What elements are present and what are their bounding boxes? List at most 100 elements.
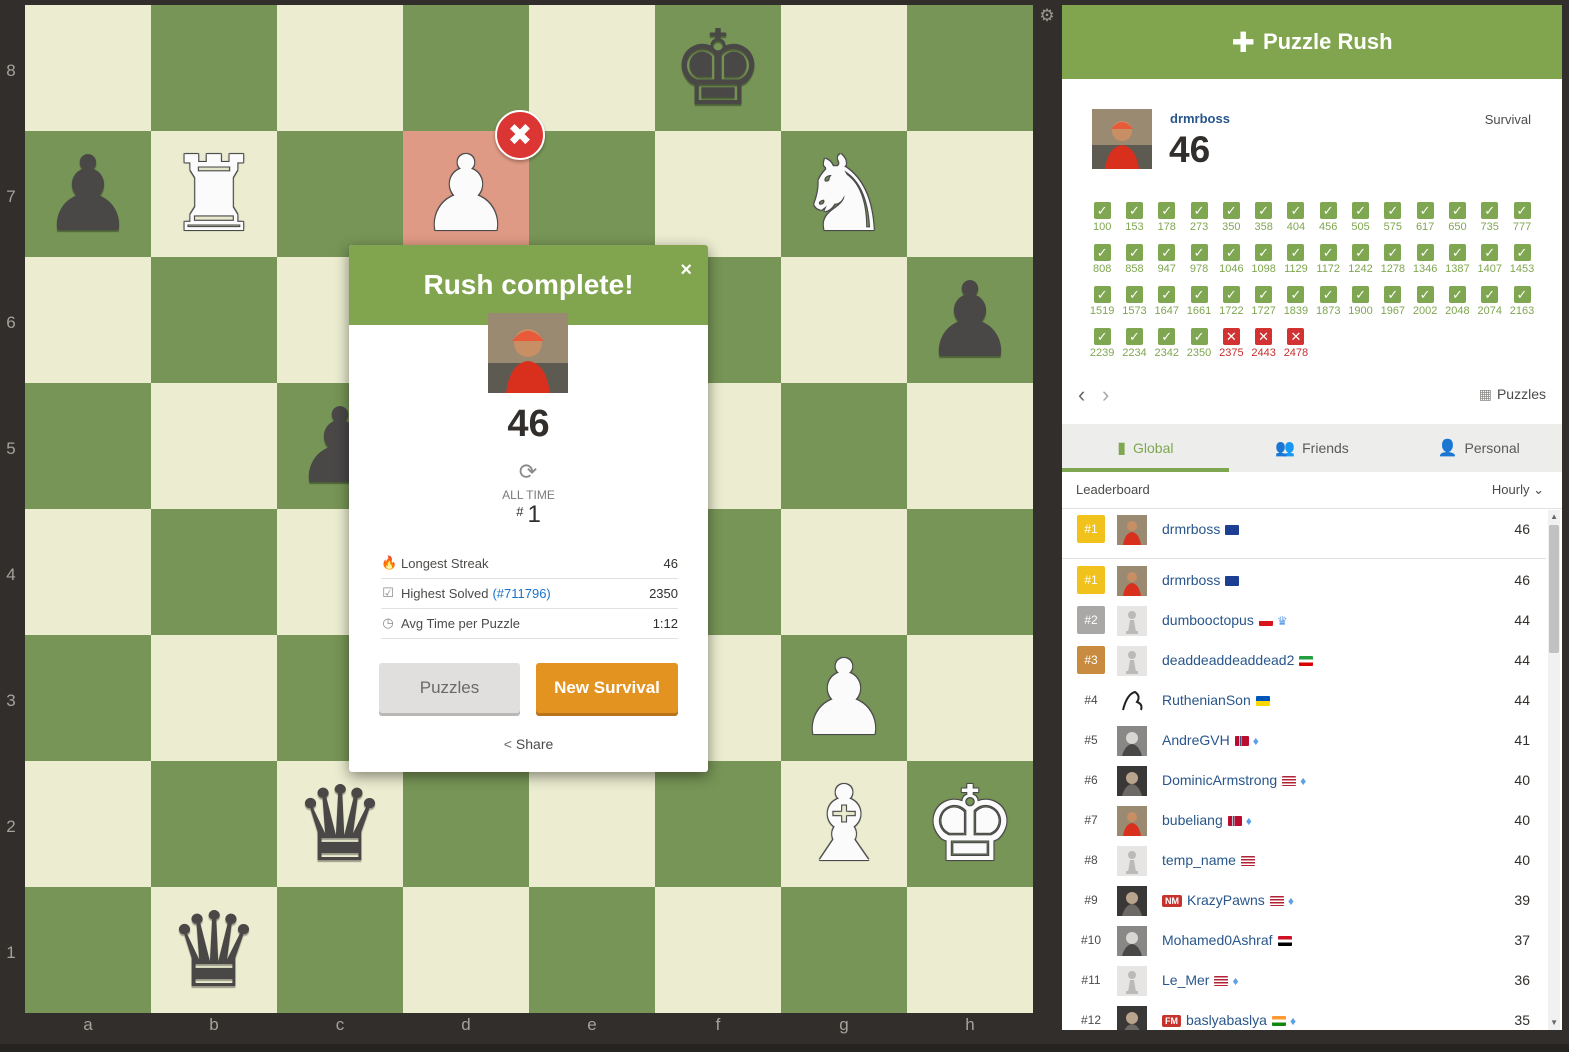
user-avatar[interactable] bbox=[1117, 515, 1147, 545]
tab-friends[interactable]: 👥 Friends bbox=[1229, 424, 1396, 472]
square-h1[interactable] bbox=[907, 887, 1033, 1013]
white-knight-icon[interactable]: ♞ bbox=[781, 131, 907, 257]
square-e8[interactable] bbox=[529, 5, 655, 131]
my-leaderboard-row[interactable]: #1 drmrboss 46 bbox=[1062, 509, 1546, 559]
square-g1[interactable] bbox=[781, 887, 907, 1013]
attempt-item[interactable]: ✓ 153 bbox=[1118, 202, 1150, 244]
username-link[interactable]: temp_name bbox=[1162, 852, 1255, 868]
attempt-item[interactable]: ✓ 808 bbox=[1086, 244, 1118, 286]
attempt-item[interactable]: ✓ 2239 bbox=[1086, 328, 1118, 370]
period-dropdown[interactable]: Hourly ⌄ bbox=[1492, 482, 1544, 498]
square-e1[interactable] bbox=[529, 887, 655, 1013]
attempt-item[interactable]: ✓ 978 bbox=[1183, 244, 1215, 286]
username[interactable]: temp_name bbox=[1162, 852, 1236, 868]
white-bishop-icon[interactable]: ♝ bbox=[781, 761, 907, 887]
square-g7[interactable]: ♞ bbox=[781, 131, 907, 257]
square-f2[interactable] bbox=[655, 761, 781, 887]
square-a4[interactable] bbox=[25, 509, 151, 635]
attempt-item[interactable]: ✓ 1519 bbox=[1086, 286, 1118, 328]
attempt-item[interactable]: ✓ 1873 bbox=[1312, 286, 1344, 328]
username[interactable]: drmrboss bbox=[1162, 521, 1220, 537]
puzzle-link[interactable]: (#711796) bbox=[492, 586, 550, 601]
attempt-item[interactable]: ✓ 735 bbox=[1474, 202, 1506, 244]
square-b5[interactable] bbox=[151, 383, 277, 509]
leaderboard-row[interactable]: #4 RuthenianSon 44 bbox=[1062, 680, 1546, 720]
square-a3[interactable] bbox=[25, 635, 151, 761]
user-avatar[interactable] bbox=[1117, 566, 1147, 596]
user-avatar[interactable] bbox=[1117, 726, 1147, 756]
attempt-item[interactable]: ✓ 1722 bbox=[1215, 286, 1247, 328]
leaderboard-row[interactable]: #3 deaddeaddeaddead2 44 bbox=[1062, 640, 1546, 680]
black-pawn-icon[interactable]: ♟ bbox=[907, 257, 1033, 383]
attempt-item[interactable]: ✓ 1046 bbox=[1215, 244, 1247, 286]
username[interactable]: Le_Mer bbox=[1162, 972, 1209, 988]
username-link[interactable]: Mohamed0Ashraf bbox=[1162, 932, 1292, 948]
attempt-item[interactable]: ✓ 505 bbox=[1344, 202, 1376, 244]
attempt-item[interactable]: ✓ 178 bbox=[1151, 202, 1183, 244]
square-b2[interactable] bbox=[151, 761, 277, 887]
user-avatar[interactable] bbox=[1117, 1006, 1147, 1030]
player-avatar[interactable] bbox=[1092, 109, 1152, 169]
user-avatar[interactable] bbox=[1117, 966, 1147, 996]
attempt-item[interactable]: ✓ 1172 bbox=[1312, 244, 1344, 286]
square-b8[interactable] bbox=[151, 5, 277, 131]
attempt-item[interactable]: ✓ 1967 bbox=[1377, 286, 1409, 328]
attempt-item[interactable]: ✓ 2350 bbox=[1183, 328, 1215, 370]
square-a7[interactable]: ♟ bbox=[25, 131, 151, 257]
user-avatar[interactable] bbox=[1117, 806, 1147, 836]
square-b7[interactable]: ♜ bbox=[151, 131, 277, 257]
attempt-item[interactable]: ✓ 2234 bbox=[1118, 328, 1150, 370]
attempt-item[interactable]: ✕ 2375 bbox=[1215, 328, 1247, 370]
attempt-item[interactable]: ✕ 2478 bbox=[1280, 328, 1312, 370]
attempt-item[interactable]: ✓ 777 bbox=[1506, 202, 1538, 244]
refresh-icon[interactable]: ⟳ bbox=[516, 460, 540, 484]
attempt-item[interactable]: ✓ 1129 bbox=[1280, 244, 1312, 286]
attempt-item[interactable]: ✓ 947 bbox=[1151, 244, 1183, 286]
attempt-item[interactable]: ✓ 1387 bbox=[1441, 244, 1473, 286]
user-avatar[interactable] bbox=[1117, 686, 1147, 716]
square-g8[interactable] bbox=[781, 5, 907, 131]
attempt-item[interactable]: ✓ 1098 bbox=[1247, 244, 1279, 286]
attempt-item[interactable]: ✓ 1278 bbox=[1377, 244, 1409, 286]
scroll-down-icon[interactable]: ▼ bbox=[1550, 1018, 1558, 1027]
username[interactable]: dumbooctopus bbox=[1162, 612, 1254, 628]
attempt-item[interactable]: ✓ 650 bbox=[1441, 202, 1473, 244]
black-queen-icon[interactable]: ♛ bbox=[277, 761, 403, 887]
attempt-item[interactable]: ✓ 575 bbox=[1377, 202, 1409, 244]
leaderboard-row[interactable]: #6 DominicArmstrong ♦ 40 bbox=[1062, 760, 1546, 800]
attempt-item[interactable]: ✓ 2002 bbox=[1409, 286, 1441, 328]
username-link[interactable]: drmrboss bbox=[1162, 572, 1240, 588]
player-username[interactable]: drmrboss bbox=[1170, 111, 1230, 126]
username-link[interactable]: DominicArmstrong ♦ bbox=[1162, 772, 1306, 788]
username[interactable]: bubeliang bbox=[1162, 812, 1223, 828]
tab-personal[interactable]: 👤 Personal bbox=[1395, 424, 1562, 472]
square-b1[interactable]: ♛ bbox=[151, 887, 277, 1013]
username-link[interactable]: bubeliang ♦ bbox=[1162, 812, 1252, 828]
square-h2[interactable]: ♚ bbox=[907, 761, 1033, 887]
attempt-item[interactable]: ✓ 100 bbox=[1086, 202, 1118, 244]
leaderboard-row[interactable]: #12 FM baslyabaslya ♦ 35 bbox=[1062, 1000, 1546, 1030]
username-link[interactable]: deaddeaddeaddead2 bbox=[1162, 652, 1314, 668]
white-king-icon[interactable]: ♚ bbox=[907, 761, 1033, 887]
black-king-icon[interactable]: ♚ bbox=[655, 5, 781, 131]
square-g2[interactable]: ♝ bbox=[781, 761, 907, 887]
leaderboard-row[interactable]: #1 drmrboss 46 bbox=[1062, 560, 1546, 600]
leaderboard-row[interactable]: #11 Le_Mer ♦ 36 bbox=[1062, 960, 1546, 1000]
username[interactable]: drmrboss bbox=[1162, 572, 1220, 588]
attempt-item[interactable]: ✓ 2074 bbox=[1474, 286, 1506, 328]
square-c1[interactable] bbox=[277, 887, 403, 1013]
leaderboard-row[interactable]: #8 temp_name 40 bbox=[1062, 840, 1546, 880]
attempt-item[interactable]: ✓ 617 bbox=[1409, 202, 1441, 244]
black-pawn-icon[interactable]: ♟ bbox=[25, 131, 151, 257]
leaderboard-row[interactable]: #10 Mohamed0Ashraf 37 bbox=[1062, 920, 1546, 960]
square-h8[interactable] bbox=[907, 5, 1033, 131]
leaderboard-row[interactable]: #9 NM KrazyPawns ♦ 39 bbox=[1062, 880, 1546, 920]
user-avatar[interactable] bbox=[1117, 846, 1147, 876]
username-link[interactable]: RuthenianSon bbox=[1162, 692, 1270, 708]
username-link[interactable]: NM KrazyPawns ♦ bbox=[1162, 892, 1294, 908]
black-queen-icon[interactable]: ♛ bbox=[151, 887, 277, 1013]
attempt-item[interactable]: ✓ 358 bbox=[1247, 202, 1279, 244]
square-g3[interactable]: ♟ bbox=[781, 635, 907, 761]
username-link[interactable]: FM baslyabaslya ♦ bbox=[1162, 1012, 1296, 1028]
leaderboard-row[interactable]: #7 bubeliang ♦ 40 bbox=[1062, 800, 1546, 840]
